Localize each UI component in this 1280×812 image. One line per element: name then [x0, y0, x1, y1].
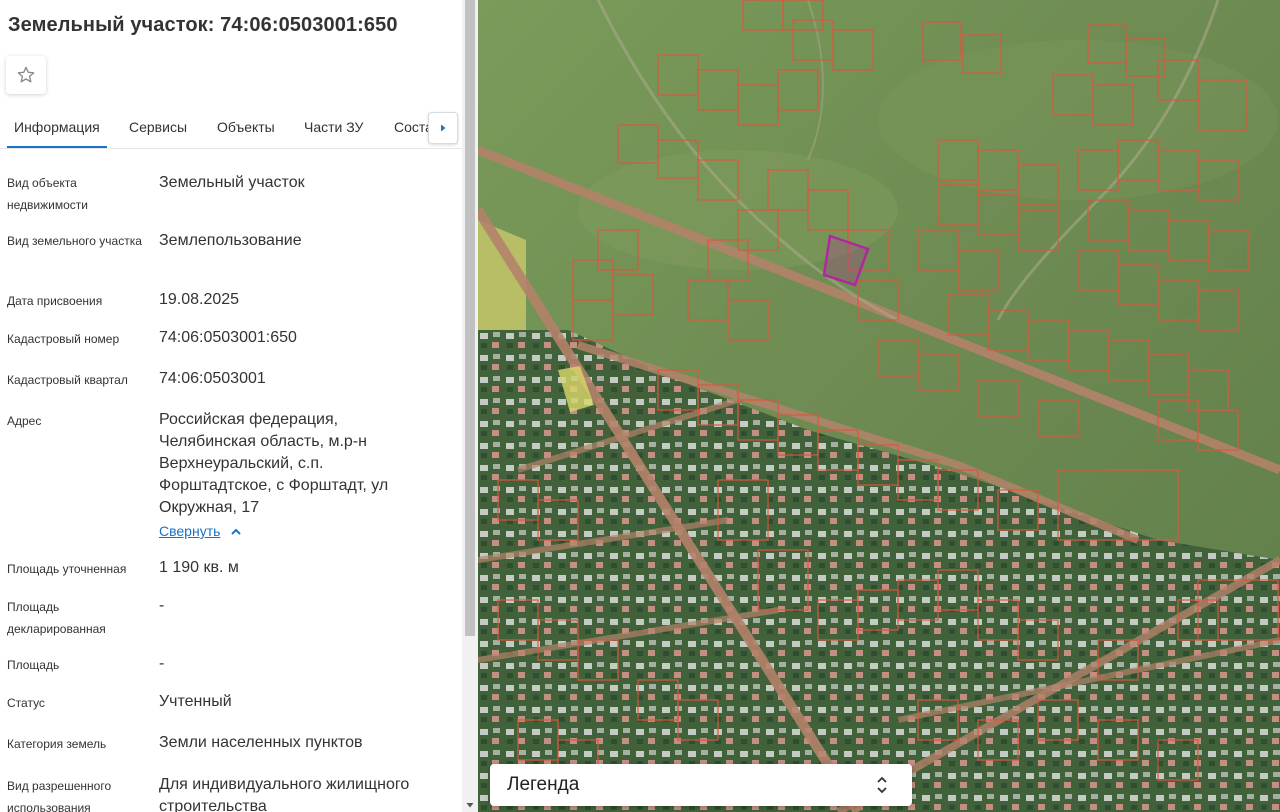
field-value: Земельный участок [159, 174, 305, 191]
page-title: Земельный участок: 74:06:0503001:650 [8, 14, 398, 36]
unfold-icon[interactable] [875, 775, 889, 795]
tab-services[interactable]: Сервисы [129, 108, 187, 146]
field-value: Учтенный [159, 693, 232, 710]
field-label: Кадастровый квартал [7, 373, 128, 387]
field-value: Землепользование [159, 232, 302, 249]
field-label: Вид объекта недвижимости [7, 176, 88, 212]
field-value: Для индивидуального жилищного строительс… [159, 776, 410, 812]
field-value: 19.08.2025 [159, 291, 240, 308]
tab-objects[interactable]: Объекты [217, 108, 275, 146]
field-label: Категория земель [7, 737, 107, 751]
field-label: Площадь [7, 658, 60, 672]
chevron-right-icon [441, 124, 446, 132]
field-label: Вид земельного участка [7, 234, 142, 248]
tab-parts[interactable]: Части ЗУ [304, 108, 363, 146]
star-outline-icon [17, 66, 35, 83]
tab-info[interactable]: Информация [7, 108, 107, 148]
legend-panel[interactable]: Легенда [490, 764, 912, 806]
field-label: Статус [7, 696, 45, 710]
field-label: Адрес [7, 414, 42, 428]
field-label: Вид разрешенного использования [7, 779, 112, 812]
chevron-up-icon[interactable] [229, 525, 243, 539]
field-label: Кадастровый номер [7, 332, 120, 346]
info-panel: Земельный участок: 74:06:0503001:650 Инф… [0, 0, 462, 812]
field-value: 74:06:0503001:650 [159, 329, 297, 346]
tab-scroll-right-button[interactable] [428, 112, 458, 144]
scroll-down-icon[interactable] [465, 800, 475, 810]
tab-bar: Информация Сервисы Объекты Части ЗУ Сост… [0, 108, 462, 149]
field-label: Дата присвоения [7, 294, 103, 308]
field-value: 1 190 кв. м [159, 559, 239, 576]
field-value: Российская федерация, Челябинская област… [159, 411, 389, 516]
collapse-link[interactable]: Свернуть [159, 523, 220, 539]
legend-label: Легенда [507, 774, 580, 795]
field-label: Площадь декларированная [7, 600, 106, 636]
favorite-button[interactable] [6, 56, 46, 94]
scrollbar-thumb[interactable] [465, 0, 475, 636]
field-value: 74:06:0503001 [159, 370, 266, 387]
field-value: - [159, 655, 165, 672]
satellite-map[interactable] [478, 0, 1280, 812]
field-label: Площадь уточненная [7, 562, 127, 576]
field-value: - [159, 597, 165, 614]
map-view[interactable] [478, 0, 1280, 812]
field-value: Земли населенных пунктов [159, 734, 363, 751]
